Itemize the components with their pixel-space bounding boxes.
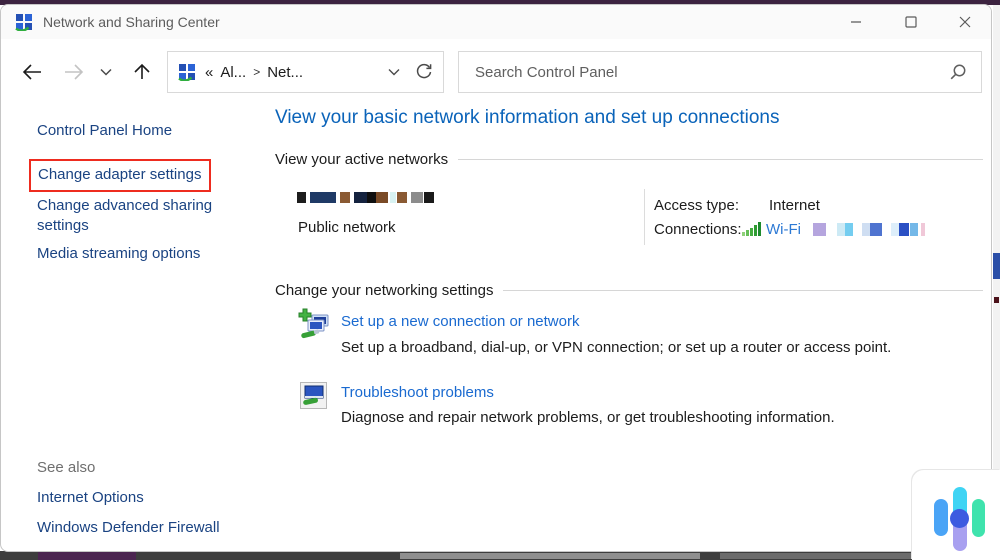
navigation-toolbar: « Al... > Net... [1,47,991,97]
refresh-icon[interactable] [415,63,433,81]
network-icon [178,63,196,81]
breadcrumb-item[interactable]: Al... [220,64,246,81]
sidebar-item-change-adapter-settings[interactable]: Change adapter settings [38,166,201,183]
logo-dot [950,509,969,528]
taskbar-sliver [0,551,1000,560]
access-type-label: Access type: [654,197,740,214]
troubleshoot-icon [300,382,327,409]
page-title: View your basic network information and … [275,107,780,128]
section-rule [458,159,983,160]
minimize-button[interactable] [834,5,878,39]
section-label: Change your networking settings [275,282,494,299]
networking-settings-section-header: Change your networking settings [275,282,983,299]
background-window-sliver [993,253,1000,279]
setup-connection-link[interactable]: Set up a new connection or network [341,313,579,330]
network-profile-label: Public network [298,219,396,236]
maximize-button[interactable] [889,5,933,39]
redacted-ssid [813,223,925,236]
forward-icon[interactable] [59,62,89,82]
titlebar: Network and Sharing Center [1,5,991,39]
search-box [458,51,982,93]
logo-bar-teal [972,499,985,537]
logo-bar-blue [934,499,948,536]
wifi-signal-icon [742,222,762,236]
active-networks-section-header: View your active networks [275,151,983,168]
troubleshoot-description: Diagnose and repair network problems, or… [341,409,835,426]
network-icon [15,13,33,31]
sidebar-item-control-panel-home[interactable]: Control Panel Home [37,122,172,139]
breadcrumb-collapse-glyph[interactable]: « [205,64,213,81]
security-org-logo [912,470,1000,560]
troubleshoot-problems-link[interactable]: Troubleshoot problems [341,384,494,401]
sidebar-item-internet-options[interactable]: Internet Options [37,489,144,506]
window-title: Network and Sharing Center [43,14,220,30]
redacted-network-name [297,192,434,203]
connections-label: Connections: [654,221,742,238]
back-icon[interactable] [17,62,47,82]
section-label: View your active networks [275,151,449,168]
setup-connection-description: Set up a broadband, dial-up, or VPN conn… [341,339,892,356]
see-also-heading: See also [37,459,96,476]
address-dropdown-chevron-icon[interactable] [387,67,401,77]
taskbar-segment [38,551,136,560]
address-bar[interactable]: « Al... > Net... [167,51,444,93]
access-type-value: Internet [769,197,820,214]
column-divider [644,189,645,245]
highlight-box: Change adapter settings [29,159,212,192]
sidebar-item-windows-defender-firewall[interactable]: Windows Defender Firewall [37,519,220,536]
network-sharing-center-window: Network and Sharing Center « Al... > Net… [0,4,992,552]
screenshot-root: Network and Sharing Center « Al... > Net… [0,0,1000,560]
section-rule [503,290,983,291]
up-icon[interactable] [127,62,157,82]
breadcrumb-item[interactable]: Net... [267,64,303,81]
taskbar-segment [400,553,700,559]
sidebar-item-change-advanced-sharing[interactable]: Change advanced sharing settings [37,196,219,236]
new-connection-icon [298,308,330,340]
search-icon[interactable] [949,63,967,81]
breadcrumb-separator: > [253,65,261,79]
background-dot [994,297,999,303]
chevron-down-icon[interactable] [95,67,117,77]
search-input[interactable] [473,62,949,82]
wifi-connection-link[interactable]: Wi-Fi [766,221,801,238]
sidebar-item-media-streaming[interactable]: Media streaming options [37,245,200,262]
close-button[interactable] [943,5,987,39]
